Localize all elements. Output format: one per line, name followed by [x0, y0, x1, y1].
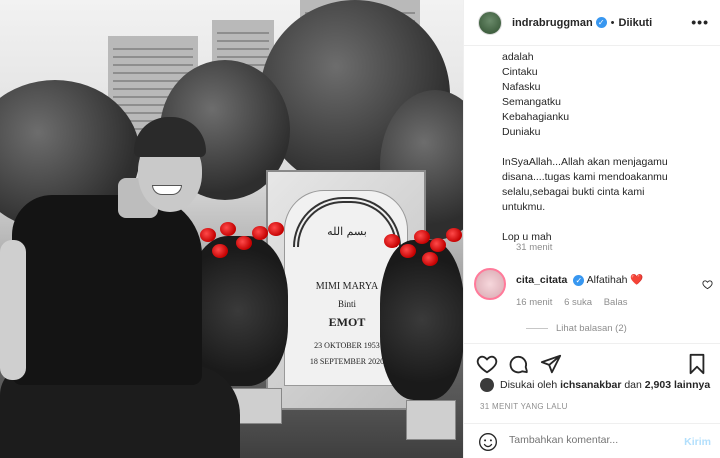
rose-leaves: [188, 236, 288, 386]
verified-icon: ✓: [595, 17, 607, 28]
rose: [414, 230, 430, 244]
post-comment-button[interactable]: Kirim: [684, 436, 711, 448]
likes-summary: Disukai oleh ichsanakbar dan 2,903 lainn…: [480, 378, 710, 392]
comment-meta: 16 menit 6 suka Balas: [516, 297, 636, 308]
comment-body: Alfatihah ❤️: [586, 274, 644, 286]
caption-line: Duniaku: [502, 126, 541, 138]
person-shirt: [12, 195, 202, 385]
comment-heart-icon[interactable]: [702, 279, 713, 290]
likes-count[interactable]: 2,903 lainnya: [645, 379, 710, 391]
author-avatar[interactable]: [478, 10, 502, 35]
rose-leaves: [380, 240, 463, 400]
caption-line: untukmu.: [502, 201, 546, 213]
liker-avatar[interactable]: [480, 378, 494, 392]
caption-line: Semangatku: [502, 96, 561, 108]
caption-line: InSyaAllah...Allah akan menjagamu: [502, 156, 668, 168]
commenter-username[interactable]: cita_citata: [516, 274, 567, 286]
view-replies-label: Lihat balasan (2): [556, 323, 627, 334]
caption-line: Cintaku: [502, 66, 538, 78]
caption-line: disana....tugas kami mendoakanmu: [502, 171, 668, 183]
add-comment-input[interactable]: [509, 434, 679, 446]
emoji-icon[interactable]: [478, 432, 498, 452]
replies-divider: [526, 327, 548, 329]
commenter-avatar[interactable]: [474, 268, 506, 300]
caption-line: selalu,sebagai bukti cinta kami: [502, 186, 645, 198]
liker-username[interactable]: ichsanakbar: [560, 379, 621, 391]
rose: [422, 252, 438, 266]
rose: [384, 234, 400, 248]
rose: [200, 228, 216, 242]
more-icon[interactable]: •••: [691, 14, 709, 30]
comment-time[interactable]: 16 menit: [516, 297, 552, 308]
comment-likes[interactable]: 6 suka: [564, 297, 592, 308]
author-username[interactable]: indrabruggman: [512, 17, 593, 29]
rose: [220, 222, 236, 236]
post-side-panel: indrabruggman ✓ • Diikuti ••• adalah Cin…: [463, 0, 720, 458]
gravestone-calligraphy: بسم الله: [327, 225, 367, 238]
follow-status-button[interactable]: Diikuti: [619, 17, 653, 29]
verified-icon: ✓: [573, 275, 585, 286]
rose: [252, 226, 268, 240]
post-actions: [464, 343, 720, 383]
rose: [236, 236, 252, 250]
comment-icon[interactable]: [508, 353, 530, 375]
post-photo[interactable]: بسم الله MIMI MARYA Binti EMOT 23 OKTOBE…: [0, 0, 463, 458]
rose: [212, 244, 228, 258]
bookmark-icon[interactable]: [686, 353, 708, 375]
caption-line: Nafasku: [502, 81, 541, 93]
comment-reply-button[interactable]: Balas: [604, 297, 628, 308]
caption-line: adalah: [502, 51, 534, 63]
person-arm: [0, 240, 26, 380]
post-timestamp[interactable]: 31 MENIT YANG LALU: [480, 402, 568, 411]
post-caption: adalah Cintaku Nafasku Semangatku Kebaha…: [502, 50, 712, 245]
vase-base: [406, 400, 456, 440]
add-comment-bar: Kirim: [464, 423, 720, 458]
caption-line: Kebahagianku: [502, 111, 570, 123]
likes-prefix: Disukai oleh: [500, 379, 558, 391]
rose: [430, 238, 446, 252]
rose: [400, 244, 416, 258]
rose: [446, 228, 462, 242]
rose: [268, 222, 284, 236]
caption-timestamp[interactable]: 31 menit: [516, 242, 552, 253]
view-replies-button[interactable]: Lihat balasan (2): [526, 323, 627, 334]
post-header: indrabruggman ✓ • Diikuti •••: [464, 0, 720, 46]
likes-middle: dan: [624, 379, 642, 391]
separator-dot: •: [610, 16, 615, 29]
share-icon[interactable]: [540, 353, 562, 375]
comment-text: cita_citata ✓ Alfatihah ❤️: [516, 273, 644, 286]
heart-icon[interactable]: [476, 353, 498, 375]
